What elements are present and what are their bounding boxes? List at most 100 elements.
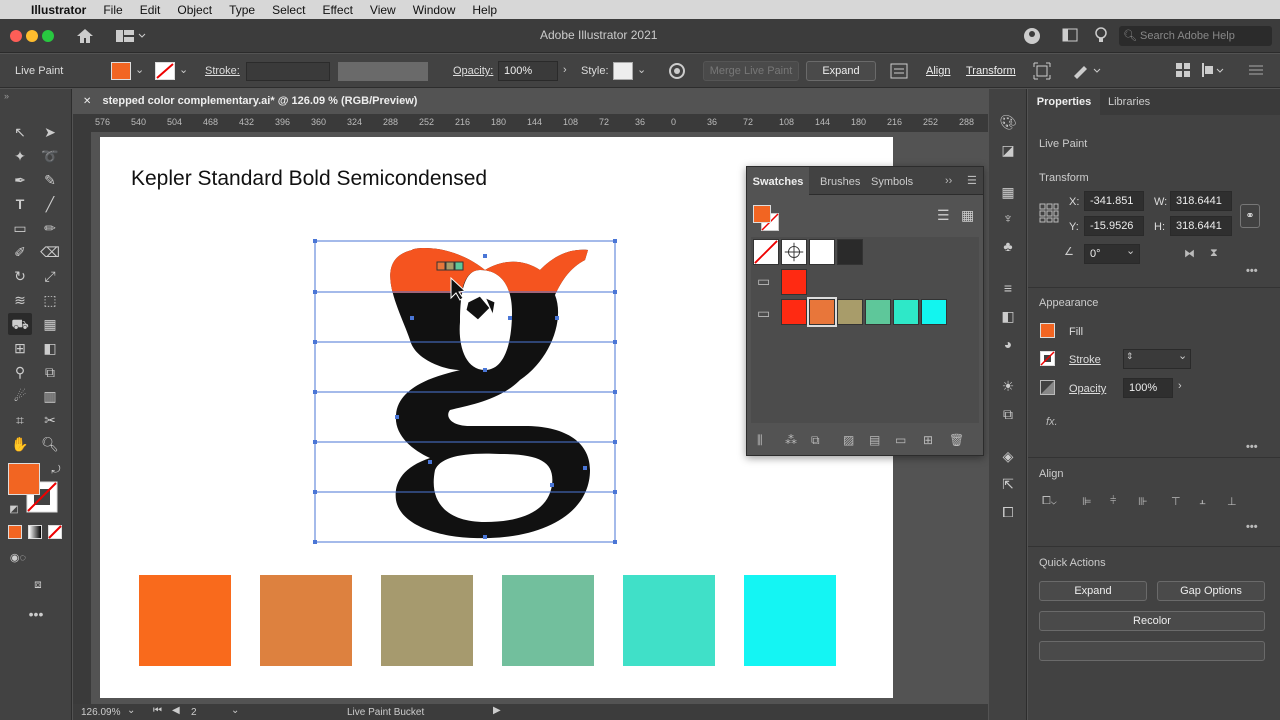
menu-type[interactable]: Type	[229, 3, 255, 17]
align-top-icon[interactable]: ⊤	[1171, 495, 1181, 508]
rotate-tool-icon[interactable]: ↻	[8, 265, 32, 287]
paintbrush-tool-icon[interactable]: ✏	[38, 217, 62, 239]
minimize-window-button[interactable]	[26, 30, 38, 42]
more-options-icon[interactable]: •••	[1246, 441, 1258, 453]
help-search[interactable]: 🔍︎ Search Adobe Help	[1119, 26, 1272, 46]
stroke-weight-stepper[interactable]	[246, 62, 330, 81]
blend-tool-icon[interactable]: ⧉	[38, 361, 62, 383]
line-tool-icon[interactable]: ╱	[38, 193, 62, 215]
artboards-panel-icon[interactable]: ⧠	[996, 501, 1020, 523]
appearance-fill-swatch[interactable]	[1040, 323, 1055, 338]
h-input[interactable]: 318.6441	[1170, 216, 1232, 236]
swatch-white[interactable]	[809, 239, 835, 265]
tab-properties[interactable]: Properties	[1028, 89, 1100, 115]
first-artboard-icon[interactable]: ⏮	[153, 705, 162, 716]
stroke-label[interactable]: Stroke	[1069, 354, 1101, 366]
direct-selection-tool-icon[interactable]: ➤	[38, 121, 62, 143]
gradient-mode-icon[interactable]	[28, 525, 42, 539]
swatch-registration[interactable]	[781, 239, 807, 265]
vertical-ruler[interactable]	[73, 114, 91, 704]
prev-artboard-icon[interactable]: ◀	[172, 705, 180, 716]
zoom-level[interactable]: 126.09%	[81, 707, 120, 718]
opacity-label[interactable]: Opacity	[1069, 383, 1106, 395]
symbol-sprayer-tool-icon[interactable]: ☄	[8, 385, 32, 407]
color-step-4[interactable]	[502, 575, 594, 666]
recolor-button[interactable]: Recolor	[1039, 611, 1265, 631]
menu-effect[interactable]: Effect	[322, 3, 352, 17]
graphic-style-box[interactable]	[613, 62, 633, 80]
toolbar-expand-icon[interactable]: »	[4, 91, 9, 101]
zoom-tool-icon[interactable]: 🔍︎	[38, 433, 62, 455]
stroke-label[interactable]: Stroke:	[205, 65, 240, 77]
draw-mode-icon[interactable]: ◉◌	[6, 547, 30, 569]
reference-point-icon[interactable]	[1039, 203, 1059, 223]
screen-mode-icon[interactable]: ⧈	[26, 573, 50, 595]
swatch-color-5[interactable]	[893, 299, 919, 325]
transform-link[interactable]: Transform	[966, 65, 1016, 77]
live-paint-group[interactable]	[300, 230, 630, 550]
menu-help[interactable]: Help	[472, 3, 497, 17]
fill-swatch[interactable]	[8, 463, 40, 495]
swatch-black[interactable]	[837, 239, 863, 265]
brushes-panel-icon[interactable]: ♆	[996, 207, 1020, 229]
style-dropdown-icon[interactable]: ⌄	[637, 63, 646, 76]
more-options-icon[interactable]: •••	[1246, 521, 1258, 533]
swap-fill-stroke-icon[interactable]: ⤾	[44, 459, 68, 481]
color-group-icon[interactable]: ▨	[843, 433, 854, 447]
swatch-color-2[interactable]	[807, 297, 837, 327]
eyedropper-tool-icon[interactable]: ⚲	[8, 361, 32, 383]
magic-wand-tool-icon[interactable]: ✦	[8, 145, 32, 167]
free-transform-tool-icon[interactable]: ⬚	[38, 289, 62, 311]
quick-action-button[interactable]	[1039, 641, 1265, 661]
panel-options-icon[interactable]	[890, 63, 908, 79]
status-arrow-icon[interactable]: ▶	[493, 705, 501, 716]
lightbulb-icon[interactable]	[1094, 26, 1108, 44]
new-swatch-icon[interactable]: ⊞	[923, 433, 933, 447]
isolate-icon[interactable]	[1033, 62, 1051, 80]
gap-options-button[interactable]: Gap Options	[1157, 581, 1265, 601]
delete-swatch-icon[interactable]: 🗑︎	[949, 433, 964, 447]
color-guide-icon[interactable]: 🎨︎	[996, 111, 1020, 133]
expand-button[interactable]: Expand	[806, 61, 876, 81]
graphic-styles-icon[interactable]: ⧉	[996, 403, 1020, 425]
panel-menu-icon[interactable]: ☰	[967, 174, 977, 187]
artboard-tool-icon[interactable]: ⌗	[8, 409, 32, 431]
close-window-button[interactable]	[10, 30, 22, 42]
zoom-dropdown-icon[interactable]: ⌄	[127, 705, 135, 716]
swatch-color-6[interactable]	[921, 299, 947, 325]
none-mode-icon[interactable]	[48, 525, 62, 539]
thumbnail-view-icon[interactable]: ▦	[961, 207, 974, 224]
merge-live-paint-button[interactable]: Merge Live Paint	[703, 61, 799, 81]
slice-tool-icon[interactable]: ✂	[38, 409, 62, 431]
color-mode-icon[interactable]	[8, 525, 22, 539]
swatch-options-icon[interactable]: ⧉	[811, 433, 820, 448]
tab-swatches[interactable]: Swatches	[747, 167, 809, 195]
fill-color-box[interactable]	[111, 62, 131, 80]
swatch-color-4[interactable]	[865, 299, 891, 325]
swatch-red[interactable]	[781, 269, 807, 295]
menu-app[interactable]: Illustrator	[31, 3, 86, 17]
stroke-weight-dropdown-icon[interactable]: ⌄	[1178, 349, 1187, 362]
opacity-label[interactable]: Opacity:	[453, 65, 493, 77]
default-fill-stroke-icon[interactable]: ◩	[2, 499, 26, 521]
opacity-input[interactable]: 100%	[1123, 378, 1173, 398]
artboard-heading-text[interactable]: Kepler Standard Bold Semicondensed	[131, 167, 487, 191]
swatch-libraries-icon[interactable]: ⫼	[757, 433, 763, 448]
close-tab-icon[interactable]: ✕	[83, 96, 91, 107]
stroke-dropdown-icon[interactable]: ⌄	[179, 63, 188, 76]
menu-file[interactable]: File	[103, 3, 122, 17]
swatches-panel-icon[interactable]: ▦	[996, 181, 1020, 203]
panel-menu-icon[interactable]	[1249, 64, 1263, 76]
stroke-panel-icon[interactable]: ≡	[996, 277, 1020, 299]
graph-tool-icon[interactable]: ▥	[38, 385, 62, 407]
arrange-documents-icon[interactable]	[1062, 28, 1078, 42]
expand-quick-action-button[interactable]: Expand	[1039, 581, 1147, 601]
mesh-tool-icon[interactable]: ⊞	[8, 337, 32, 359]
align-grid-icon[interactable]	[1176, 63, 1190, 77]
align-right-icon[interactable]: ⊪	[1138, 495, 1148, 508]
swatch-none[interactable]	[753, 239, 779, 265]
color-step-1[interactable]	[139, 575, 231, 666]
color-step-3[interactable]	[381, 575, 473, 666]
artboard-number[interactable]: 2	[191, 707, 197, 718]
rectangle-tool-icon[interactable]: ▭	[8, 217, 32, 239]
